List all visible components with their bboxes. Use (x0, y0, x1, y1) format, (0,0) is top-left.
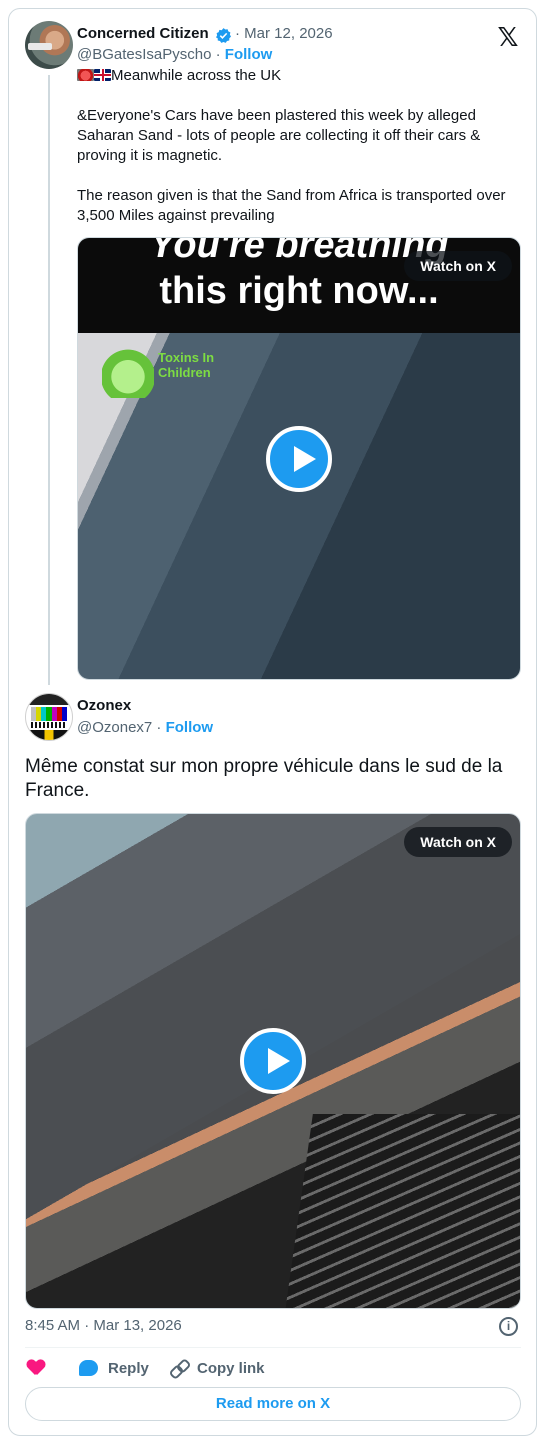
uk-flag-icon (94, 69, 111, 81)
author-handle[interactable]: @BGatesIsaPyscho (77, 46, 211, 63)
tweet-date-text[interactable]: Mar 12, 2026 (244, 25, 332, 42)
avatar-concerned-citizen[interactable] (25, 21, 73, 69)
heart-icon (27, 1360, 45, 1377)
copy-link-button[interactable]: Copy link (170, 1357, 265, 1379)
link-icon (170, 1359, 188, 1377)
video-frame (279, 1114, 520, 1308)
tweet-video[interactable]: Watch on X (25, 813, 521, 1309)
alert-emoji-icon (77, 69, 94, 81)
tweet-first-line: Meanwhile across the UK (111, 67, 282, 84)
play-icon[interactable] (266, 426, 332, 492)
copy-link-label: Copy link (197, 1359, 265, 1377)
author-handle[interactable]: @Ozonex7 (77, 719, 152, 736)
author-name[interactable]: Concerned Citizen (77, 25, 209, 42)
embedded-tweet-card: Concerned Citizen · Mar 12, 2026 𝕏 @BGat… (8, 8, 537, 1436)
separator: · (235, 25, 245, 42)
follow-button[interactable]: Follow (225, 46, 273, 63)
reply-label: Reply (108, 1359, 149, 1377)
verified-icon (215, 28, 232, 43)
thread-line (48, 75, 50, 685)
play-icon[interactable] (240, 1028, 306, 1094)
separator: · (152, 719, 166, 736)
like-button[interactable] (27, 1357, 45, 1379)
info-icon[interactable]: i (499, 1317, 518, 1336)
avatar-ozonex[interactable] (25, 693, 73, 741)
follow-button[interactable]: Follow (166, 719, 214, 736)
author-handle-row: @Ozonex7 · Follow (77, 719, 213, 736)
read-more-button[interactable]: Read more on X (25, 1387, 521, 1421)
tweet-body: Meanwhile across the UK &Everyone's Cars… (77, 66, 517, 226)
reply-icon (79, 1360, 98, 1376)
separator: · (211, 46, 225, 63)
tweet-body-text: Même constat sur mon propre véhicule dan… (25, 756, 508, 801)
tweet-video[interactable]: You're breathing this right now... Toxin… (77, 237, 521, 680)
x-logo-icon[interactable]: 𝕏 (495, 24, 521, 50)
watch-on-x-button[interactable]: Watch on X (404, 251, 512, 281)
tweet-body-text: &Everyone's Cars have been plastered thi… (77, 107, 506, 224)
reply-button[interactable]: Reply (79, 1357, 149, 1379)
author-name[interactable]: Ozonex (77, 697, 131, 714)
divider (25, 1347, 521, 1348)
video-logo-text: Toxins In Children (158, 350, 215, 380)
tweet-date[interactable]: · Mar 12, 2026 (235, 25, 333, 42)
watch-on-x-button[interactable]: Watch on X (404, 827, 512, 857)
toxins-logo-icon (102, 342, 154, 398)
tweet-timestamp[interactable]: 8:45 AM · Mar 13, 2026 (25, 1317, 182, 1334)
author-handle-row: @BGatesIsaPyscho · Follow (77, 46, 272, 63)
